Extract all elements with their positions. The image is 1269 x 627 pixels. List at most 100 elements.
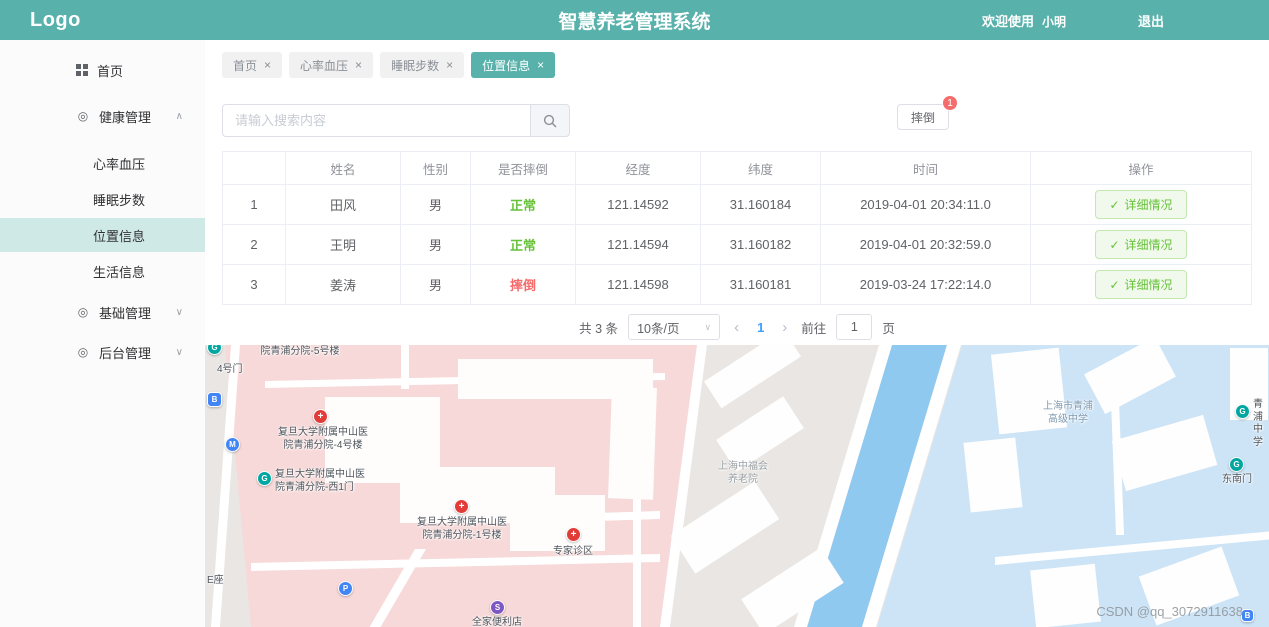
location-table: 姓名 性别 是否摔倒 经度 纬度 时间 操作 1 田风 (222, 151, 1252, 305)
check-icon: ✓ (1109, 278, 1119, 292)
hospital-pin-icon[interactable]: + (454, 499, 469, 514)
map-label-building4: 复旦大学附属中山医 院青浦分院-4号楼 (278, 427, 368, 452)
detail-button[interactable]: ✓详细情况 (1095, 190, 1186, 219)
search-input[interactable] (222, 104, 530, 137)
check-icon: ✓ (1109, 198, 1119, 212)
col-longitude: 经度 (576, 152, 701, 185)
map-label-gate4: 4号门 (217, 364, 243, 377)
sidebar-item-heart-bp[interactable]: 心率血压 (0, 146, 205, 180)
parking-icon[interactable]: P (338, 581, 353, 596)
col-index (223, 152, 286, 185)
header-right: 欢迎使用小明 退出 (982, 0, 1269, 40)
table-row: 1 田风 男 正常 121.14592 31.160184 2019-04-01… (223, 185, 1252, 225)
table-header-row: 姓名 性别 是否摔倒 经度 纬度 时间 操作 (223, 152, 1252, 185)
pin-icon: ◎ (76, 345, 90, 359)
detail-button[interactable]: ✓详细情况 (1095, 270, 1186, 299)
fall-alert-wrap: 摔倒 1 (897, 104, 949, 130)
total-count: 共 3 条 (579, 318, 618, 337)
pin-icon: ◎ (76, 109, 90, 123)
toolbar: 摔倒 1 (222, 104, 1252, 137)
sidebar-item-sleep-steps[interactable]: 睡眠步数 (0, 182, 205, 216)
metro-icon[interactable]: M (225, 437, 240, 452)
page-size-select[interactable]: 10条/页 ∨ (628, 314, 720, 340)
map-label-building5: 院青浦分院-5号楼 (261, 346, 340, 359)
map-label-school: 上海市青浦 高级中学 (1043, 401, 1093, 426)
tab-bar: 首页 × 心率血压 × 睡眠步数 × 位置信息 × (222, 52, 1252, 78)
close-icon[interactable]: × (446, 58, 453, 72)
pagination: 共 3 条 10条/页 ∨ ‹ 1 › 前往 页 (205, 314, 1269, 340)
check-icon: ✓ (1109, 238, 1119, 252)
col-time: 时间 (821, 152, 1031, 185)
sidebar-item-admin-mgmt[interactable]: ◎ 后台管理 ∨ (0, 332, 205, 372)
map-label-building1: 复旦大学附属中山医 院青浦分院-1号楼 (417, 517, 507, 542)
map-building (704, 345, 801, 408)
table-row: 2 王明 男 正常 121.14594 31.160182 2019-04-01… (223, 225, 1252, 265)
page-label: 页 (882, 318, 895, 337)
fall-badge: 1 (942, 95, 958, 111)
sidebar-item-life-info[interactable]: 生活信息 (0, 254, 205, 288)
map-building (608, 386, 657, 500)
fall-button[interactable]: 摔倒 (897, 104, 949, 130)
map-label-qingpu-school-gate: 青浦 中学 (1253, 399, 1269, 449)
map-label-west-gate1: 复旦大学附属中山医 院青浦分院-西1门 (275, 469, 365, 494)
detail-button[interactable]: ✓详细情况 (1095, 230, 1186, 259)
bus-stop-icon[interactable]: B (207, 392, 222, 407)
chevron-down-icon: ∨ (704, 322, 711, 333)
goto-label: 前往 (801, 318, 826, 337)
map-label-store: 全家便利店 (472, 617, 522, 627)
sidebar-item-health[interactable]: ◎ 健康管理 ∧ (0, 96, 205, 136)
col-fall-status: 是否摔倒 (471, 152, 576, 185)
chevron-up-icon: ∧ (176, 111, 183, 122)
close-icon[interactable]: × (537, 58, 544, 72)
page-title: 智慧养老管理系统 (558, 7, 710, 34)
logo: Logo (30, 9, 81, 32)
map-label-e-block: E座 (207, 575, 224, 588)
sidebar-item-location-info[interactable]: 位置信息 (0, 218, 205, 252)
welcome-text: 欢迎使用小明 (982, 11, 1066, 30)
prev-page-button[interactable]: ‹ (730, 319, 743, 336)
tab-sleep-steps[interactable]: 睡眠步数 × (380, 52, 464, 78)
map-label-expert-clinic: 专家诊区 (553, 546, 593, 559)
sidebar-item-home[interactable]: 首页 (0, 50, 205, 90)
table-row: 3 姜涛 男 摔倒 121.14598 31.160181 2019-03-24… (223, 265, 1252, 305)
home-grid-icon (76, 64, 88, 76)
search-group (222, 104, 570, 137)
hospital-pin-icon[interactable]: + (566, 527, 581, 542)
page-number-current[interactable]: 1 (753, 320, 768, 335)
map-label-southeast-gate: 东南门 (1222, 474, 1252, 487)
next-page-button[interactable]: › (778, 319, 791, 336)
main-content: 首页 × 心率血压 × 睡眠步数 × 位置信息 × (205, 40, 1269, 627)
close-icon[interactable]: × (264, 58, 271, 72)
sidebar: 首页 ◎ 健康管理 ∧ 心率血压 睡眠步数 位置信息 生活信息 ◎ 基础管理 ∨… (0, 40, 205, 627)
watermark: CSDN @qq_3072911638 (1096, 604, 1243, 619)
gate-icon[interactable]: G (1235, 404, 1250, 419)
gate-icon[interactable]: G (1229, 457, 1244, 472)
store-icon[interactable]: S (490, 600, 505, 615)
close-icon[interactable]: × (355, 58, 362, 72)
tab-heart-bp[interactable]: 心率血压 × (289, 52, 373, 78)
status-badge: 正常 (471, 185, 576, 225)
logout-button[interactable]: 退出 (1138, 11, 1164, 30)
map-label-nursing-home: 上海中福会 养老院 (718, 461, 768, 486)
col-latitude: 纬度 (701, 152, 821, 185)
col-name: 姓名 (286, 152, 401, 185)
status-badge: 正常 (471, 225, 576, 265)
map-building (1030, 564, 1101, 627)
search-button[interactable] (530, 104, 570, 137)
map-building (510, 495, 605, 551)
location-map[interactable]: G B M + G + + S P M G G G B 院青浦分院-5号楼 4号… (205, 345, 1269, 627)
app-window: Logo 智慧养老管理系统 欢迎使用小明 退出 首页 ◎ 健康管理 ∧ 心率血压 (0, 0, 1269, 627)
tab-home[interactable]: 首页 × (222, 52, 282, 78)
gate-icon[interactable]: G (207, 345, 222, 355)
tab-location-info[interactable]: 位置信息 × (471, 52, 555, 78)
goto-page-input[interactable] (836, 314, 872, 340)
status-badge: 摔倒 (471, 265, 576, 305)
col-gender: 性别 (401, 152, 471, 185)
search-icon (543, 114, 557, 128)
hospital-pin-icon[interactable]: + (313, 409, 328, 424)
sidebar-item-base-mgmt[interactable]: ◎ 基础管理 ∨ (0, 292, 205, 332)
map-building (963, 437, 1022, 512)
top-header: Logo 智慧养老管理系统 欢迎使用小明 退出 (0, 0, 1269, 40)
gate-icon[interactable]: G (257, 471, 272, 486)
col-action: 操作 (1031, 152, 1252, 185)
